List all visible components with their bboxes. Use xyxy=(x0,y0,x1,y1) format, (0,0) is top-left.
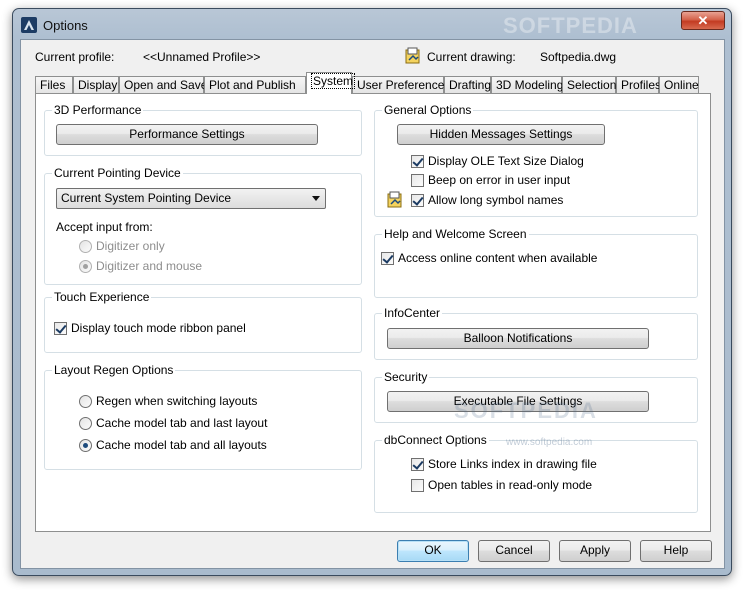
checkbox-access-online-content[interactable]: Access online content when available xyxy=(381,252,597,266)
tab-drafting[interactable]: Drafting xyxy=(444,76,491,94)
system-tab-panel: 3D Performance Performance Settings Curr… xyxy=(35,93,711,532)
group-dbconnect: dbConnect Options Store Links index in d… xyxy=(374,433,698,513)
checkbox-indicator xyxy=(411,194,424,207)
group-pointing-device: Current Pointing Device Current System P… xyxy=(44,166,362,285)
profile-bar: Current profile: <<Unnamed Profile>> Cur… xyxy=(21,40,724,70)
tab-selection[interactable]: Selection xyxy=(562,76,616,94)
group-title: InfoCenter xyxy=(382,306,443,320)
softpedia-watermark: SOFTPEDIA xyxy=(454,398,598,423)
chevron-down-icon xyxy=(312,196,320,201)
group-help-welcome: Help and Welcome Screen Access online co… xyxy=(374,227,698,298)
radio-indicator xyxy=(79,260,92,273)
radio-indicator xyxy=(79,240,92,253)
current-drawing-label: Current drawing: xyxy=(427,50,516,64)
tab-3d-modeling[interactable]: 3D Modeling xyxy=(491,76,563,94)
group-touch-experience: Touch Experience Display touch mode ribb… xyxy=(44,290,362,353)
group-title: dbConnect Options xyxy=(382,433,489,447)
drawing-icon xyxy=(405,47,420,64)
checkbox-indicator xyxy=(381,252,394,265)
tab-display[interactable]: Display xyxy=(73,76,119,94)
checkbox-store-links-index[interactable]: Store Links index in drawing file xyxy=(411,458,597,472)
radio-cache-all-layouts[interactable]: Cache model tab and all layouts xyxy=(79,439,267,453)
options-dialog: Options SOFTPEDIA ✕ Current profile: <<U… xyxy=(12,8,732,576)
hidden-messages-settings-button[interactable]: Hidden Messages Settings xyxy=(397,124,605,145)
checkbox-indicator xyxy=(411,458,424,471)
tab-profiles[interactable]: Profiles xyxy=(616,76,661,94)
performance-settings-button[interactable]: Performance Settings xyxy=(56,124,318,145)
checkbox-display-touch-ribbon[interactable]: Display touch mode ribbon panel xyxy=(54,322,246,336)
checkbox-indicator xyxy=(54,322,67,335)
radio-cache-last-layout[interactable]: Cache model tab and last layout xyxy=(79,417,267,431)
drawing-setting-icon xyxy=(387,191,402,208)
group-title: Current Pointing Device xyxy=(52,166,183,180)
checkbox-indicator xyxy=(411,174,424,187)
current-drawing-value: Softpedia.dwg xyxy=(540,50,617,64)
group-3d-performance: 3D Performance Performance Settings xyxy=(44,103,362,156)
ok-button[interactable]: OK xyxy=(397,540,469,562)
radio-regen-switching[interactable]: Regen when switching layouts xyxy=(79,395,257,409)
help-button[interactable]: Help xyxy=(640,540,712,562)
current-profile-value: <<Unnamed Profile>> xyxy=(143,50,261,64)
tab-system[interactable]: System xyxy=(306,72,356,94)
accept-input-label: Accept input from: xyxy=(56,220,153,234)
radio-digitizer-only[interactable]: Digitizer only xyxy=(79,240,165,254)
group-title: General Options xyxy=(382,103,474,117)
dialog-client-area: Current profile: <<Unnamed Profile>> Cur… xyxy=(20,39,725,569)
group-title: Touch Experience xyxy=(52,290,152,304)
radio-digitizer-and-mouse[interactable]: Digitizer and mouse xyxy=(79,260,202,274)
checkbox-indicator xyxy=(411,479,424,492)
tab-files[interactable]: Files xyxy=(35,76,73,94)
group-layout-regen: Layout Regen Options Regen when switchin… xyxy=(44,363,362,470)
group-title: Layout Regen Options xyxy=(52,363,176,377)
tab-open-and-save[interactable]: Open and Save xyxy=(119,76,207,94)
radio-indicator xyxy=(79,395,92,408)
checkbox-ole-text-size[interactable]: Display OLE Text Size Dialog xyxy=(411,155,584,169)
tab-online[interactable]: Online xyxy=(659,76,699,94)
radio-indicator xyxy=(79,417,92,430)
group-infocenter: InfoCenter Balloon Notifications xyxy=(374,306,698,360)
checkbox-open-tables-read-only[interactable]: Open tables in read-only mode xyxy=(411,479,592,493)
balloon-notifications-button[interactable]: Balloon Notifications xyxy=(387,328,649,349)
tab-plot-and-publish[interactable]: Plot and Publish xyxy=(204,76,306,94)
group-general-options: General Options Hidden Messages Settings… xyxy=(374,103,698,217)
window-title: Options xyxy=(43,18,88,33)
group-title: Help and Welcome Screen xyxy=(382,227,529,241)
close-button[interactable]: ✕ xyxy=(681,11,725,30)
current-profile-label: Current profile: xyxy=(35,50,115,64)
pointing-device-select[interactable]: Current System Pointing Device xyxy=(56,188,326,209)
group-title: Security xyxy=(382,370,430,384)
autocad-logo-icon xyxy=(21,17,37,33)
title-watermark: SOFTPEDIA xyxy=(503,13,638,38)
cancel-button[interactable]: Cancel xyxy=(478,540,550,562)
checkbox-indicator xyxy=(411,155,424,168)
title-bar[interactable]: Options SOFTPEDIA ✕ xyxy=(13,9,731,39)
group-title: 3D Performance xyxy=(52,103,144,117)
softpedia-url-watermark: www.softpedia.com xyxy=(506,437,593,448)
checkbox-long-symbol-names[interactable]: Allow long symbol names xyxy=(411,194,563,208)
radio-indicator xyxy=(79,439,92,452)
close-icon: ✕ xyxy=(697,13,709,28)
tab-user-preferences[interactable]: User Preferences xyxy=(352,76,450,94)
checkbox-beep-on-error[interactable]: Beep on error in user input xyxy=(411,174,570,188)
select-value: Current System Pointing Device xyxy=(61,191,232,205)
apply-button[interactable]: Apply xyxy=(559,540,631,562)
